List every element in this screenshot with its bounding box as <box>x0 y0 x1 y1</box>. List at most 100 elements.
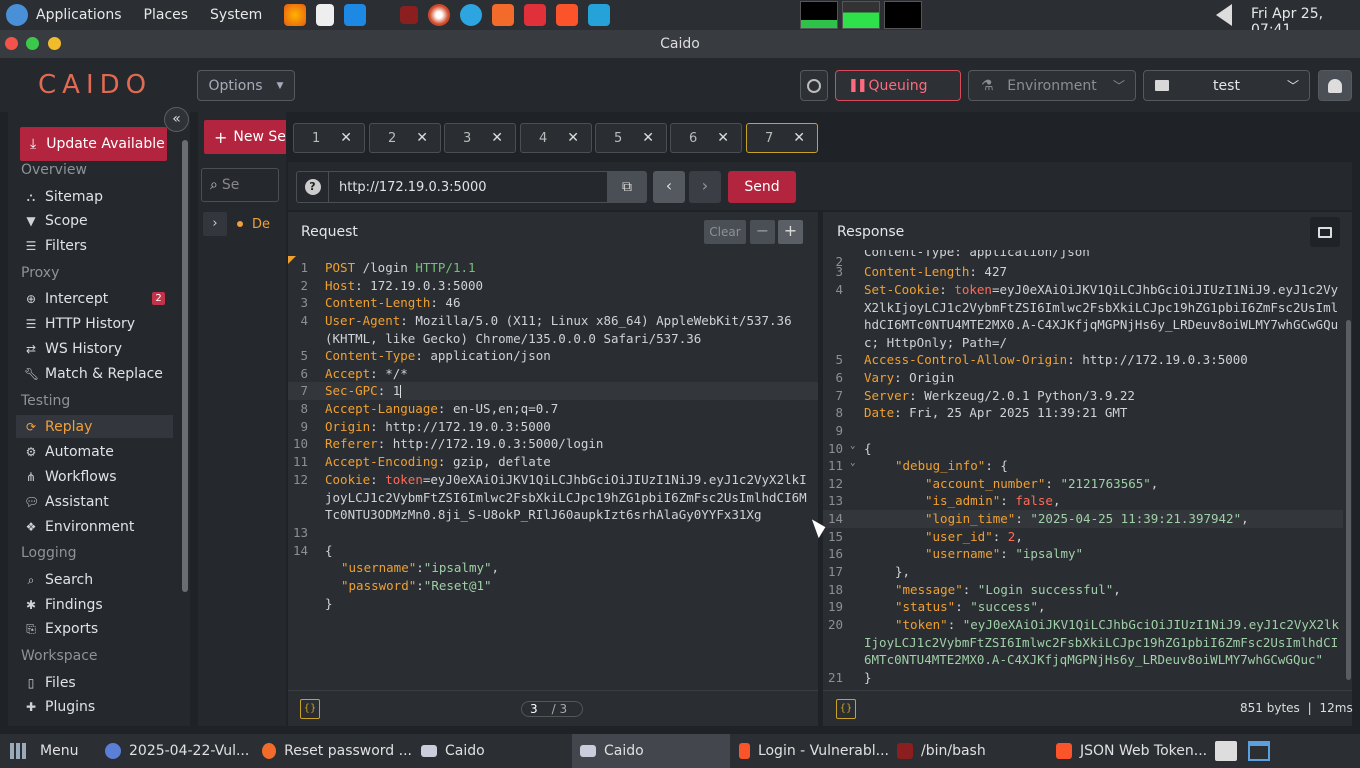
minimize-window-button[interactable] <box>26 37 39 50</box>
sidebar-scrollbar[interactable] <box>182 140 188 592</box>
user-menu-button[interactable] <box>1318 70 1352 101</box>
vivaldi-icon[interactable] <box>524 4 547 26</box>
new-session-button[interactable]: + New Se <box>204 120 286 154</box>
sidebar-item-search[interactable]: ⌕ Search <box>16 568 173 591</box>
render-preview-button[interactable] <box>1310 217 1340 247</box>
desktop-icon <box>1248 741 1270 761</box>
taskbar-menu-button[interactable]: Menu <box>10 734 78 768</box>
telegram-icon[interactable] <box>460 4 483 26</box>
close-icon[interactable]: ✕ <box>642 130 654 146</box>
environment-dropdown[interactable]: ⚗ Environment ﹀ <box>968 70 1136 101</box>
format-json-button[interactable]: {} <box>836 699 856 719</box>
search-match-counter[interactable]: 3 / 3 <box>521 701 583 717</box>
fold-toggle-icon[interactable]: ⌄ <box>850 441 855 451</box>
line-number: 20 <box>827 617 843 632</box>
json-value: "eyJ0eXAiOiJKV1QiLCJhbGciOiJIUzI1NiJ9.ey… <box>962 617 1340 632</box>
zoom-in-button[interactable]: + <box>778 220 803 244</box>
close-icon[interactable]: ✕ <box>491 130 503 146</box>
sidebar-item-exports[interactable]: ⎘ Exports <box>16 617 173 640</box>
url-input[interactable]: http://172.19.0.3:5000 <box>328 171 608 203</box>
chevron-right-icon[interactable]: › <box>203 212 227 236</box>
firefox-icon[interactable] <box>284 4 307 26</box>
tab-label: 4 <box>539 130 548 146</box>
os-menu-places[interactable]: Places <box>144 7 189 23</box>
sidebar-item-replay[interactable]: ⟳ Replay <box>16 415 173 438</box>
sidebar-item-environment[interactable]: ❖ Environment <box>16 515 173 538</box>
close-icon[interactable]: ✕ <box>793 130 805 146</box>
json-field: "token": "eyJ0eXAiOiJKV1QiLCJhbGciOiJIUz… <box>895 617 1340 632</box>
os-menu-applications[interactable]: Applications <box>36 7 122 23</box>
tab-6[interactable]: 6 ✕ <box>670 123 742 153</box>
taskbar-item-2[interactable]: Reset password ... <box>262 734 412 768</box>
taskbar-item-3[interactable]: Caido <box>421 734 571 768</box>
history-forward-button[interactable]: › <box>689 171 721 203</box>
distro-logo-icon[interactable] <box>6 4 28 26</box>
response-scrollbar[interactable] <box>1346 320 1351 680</box>
taskbar-item-4-active[interactable]: Caido <box>572 734 730 768</box>
sidebar-item-http-history[interactable]: ☰ HTTP History <box>16 312 173 335</box>
project-dropdown[interactable]: test ﹀ <box>1143 70 1310 101</box>
brave-icon[interactable] <box>556 4 579 26</box>
volume-icon[interactable] <box>1216 4 1232 26</box>
line-number: 5 <box>835 352 843 367</box>
line-number: 14 <box>292 543 308 558</box>
json-field: "account_number": "2121763565", <box>925 476 1159 491</box>
collapse-sidebar-button[interactable]: « <box>164 107 189 132</box>
connection-settings-button[interactable]: ⧉ <box>607 171 647 203</box>
sidebar-item-findings[interactable]: ✱ Findings <box>16 593 173 616</box>
sidebar-item-assistant[interactable]: 💬︎ Assistant <box>16 490 173 513</box>
show-desktop-button[interactable] <box>1248 734 1270 768</box>
session-search-input[interactable]: ⌕ Se <box>201 168 279 202</box>
zoom-out-button[interactable]: − <box>750 220 775 244</box>
maximize-window-button[interactable] <box>48 37 61 50</box>
tab-7[interactable]: 7 ✕ <box>746 123 818 153</box>
update-available-button[interactable]: ⤓ Update Available <box>20 127 167 161</box>
options-dropdown[interactable]: Options ▼ <box>197 70 295 101</box>
response-editor[interactable]: Content-Type: application/json 2 3 Conte… <box>823 250 1345 688</box>
close-icon[interactable]: ✕ <box>340 130 352 146</box>
caret-down-icon: ▼ <box>276 80 284 91</box>
vscode-icon[interactable] <box>344 4 367 26</box>
close-icon[interactable]: ✕ <box>567 130 579 146</box>
send-button[interactable]: Send <box>728 171 796 203</box>
taskbar-item-7[interactable]: JSON Web Token... <box>1056 734 1208 768</box>
sidebar-item-files[interactable]: ▯ Files <box>16 671 173 694</box>
terminal-icon[interactable] <box>400 6 419 24</box>
taskbar-item-5[interactable]: Login - Vulnerabl... <box>739 734 889 768</box>
close-icon[interactable]: ✕ <box>717 130 729 146</box>
sidebar-item-workflows[interactable]: ⋔ Workflows <box>16 465 173 488</box>
fold-toggle-icon[interactable]: ⌄ <box>850 458 855 468</box>
files-icon[interactable] <box>588 4 611 26</box>
queuing-button[interactable]: ❚❚ Queuing <box>835 70 961 101</box>
sidebar-item-match-replace[interactable]: 🔧︎ Match & Replace <box>16 362 173 385</box>
collection-item[interactable]: › De <box>203 210 281 238</box>
browser-button[interactable] <box>800 70 828 101</box>
sidebar-item-ws-history[interactable]: ⇄ WS History <box>16 337 173 360</box>
os-menu-system[interactable]: System <box>210 7 262 23</box>
sidebar-item-filters[interactable]: ☰ Filters <box>16 234 173 257</box>
taskbar-item-1[interactable]: 2025-04-22-Vul... <box>105 734 255 768</box>
sidebar-item-plugins[interactable]: ✚ Plugins <box>16 695 173 718</box>
tab-2[interactable]: 2 ✕ <box>369 123 441 153</box>
clear-button[interactable]: Clear <box>704 220 746 244</box>
format-json-button[interactable]: {} <box>300 699 320 719</box>
keyboard-layout-button[interactable] <box>1215 734 1237 768</box>
sidebar-item-sitemap[interactable]: ⛬ Sitemap <box>16 185 173 208</box>
sidebar-item-intercept[interactable]: ⊕ Intercept 2 <box>16 287 173 310</box>
tab-1[interactable]: 1 ✕ <box>293 123 365 153</box>
close-icon[interactable]: ✕ <box>416 130 428 146</box>
history-back-button[interactable]: ‹ <box>653 171 685 203</box>
help-button[interactable]: ? <box>296 171 329 203</box>
text-editor-icon[interactable] <box>316 4 335 26</box>
sidebar-item-automate[interactable]: ⚙ Automate <box>16 440 173 463</box>
request-editor[interactable]: 1 POST /login HTTP/1.1 2 Host: 172.19.0.… <box>288 258 818 688</box>
taskbar-item-6[interactable]: /bin/bash <box>897 734 1047 768</box>
tab-4[interactable]: 4 ✕ <box>520 123 592 153</box>
editor-pen-icon[interactable] <box>492 4 515 26</box>
tab-5[interactable]: 5 ✕ <box>595 123 667 153</box>
burp-icon[interactable] <box>428 4 451 26</box>
project-label: test <box>1213 77 1240 94</box>
sidebar-item-scope[interactable]: ▼ Scope <box>16 209 173 232</box>
close-window-button[interactable] <box>5 37 18 50</box>
tab-3[interactable]: 3 ✕ <box>444 123 516 153</box>
